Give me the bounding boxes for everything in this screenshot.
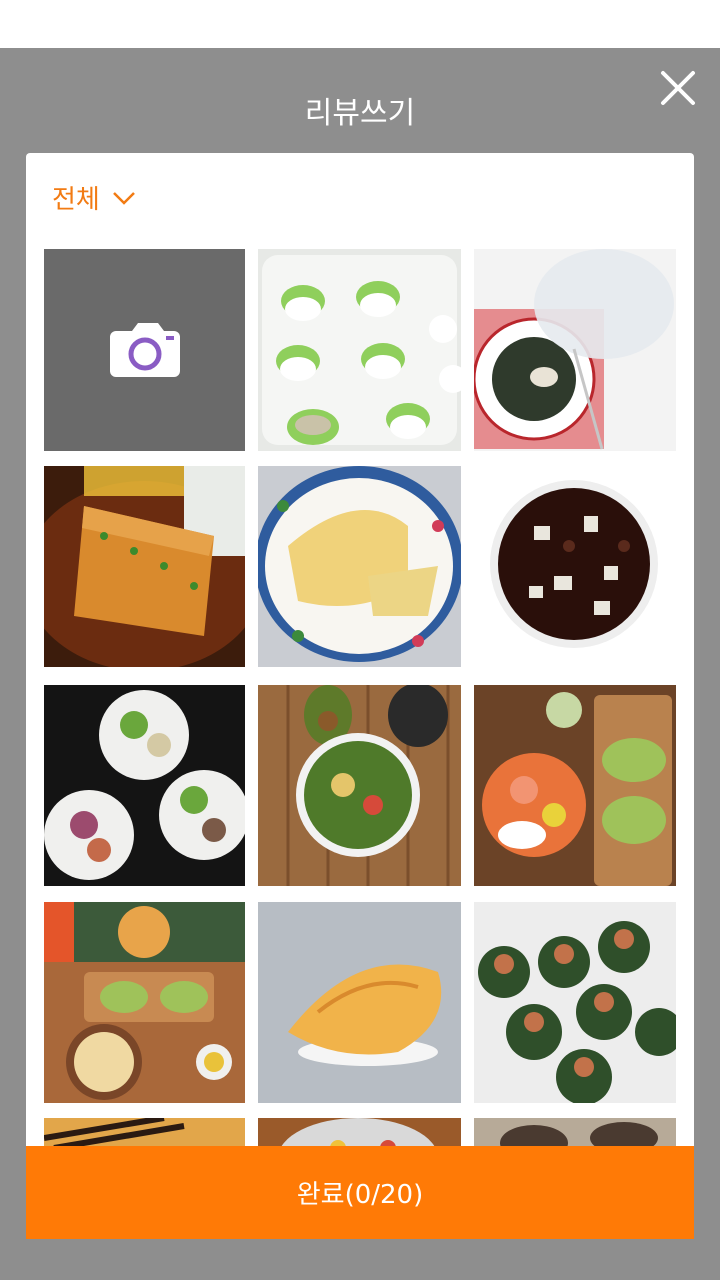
close-button[interactable] xyxy=(656,66,700,110)
done-button-label: 완료(0/20) xyxy=(296,1180,424,1210)
photo-jajang-bowl[interactable] xyxy=(474,466,676,667)
photo-avocado-salad[interactable] xyxy=(258,685,461,886)
photo-salmon-toast-board[interactable] xyxy=(474,685,676,886)
camera-icon xyxy=(109,323,180,377)
photo-dumplings[interactable] xyxy=(258,249,461,451)
photo-cake-plate[interactable] xyxy=(258,466,461,667)
photo-grid xyxy=(44,249,676,1146)
status-bar xyxy=(0,0,720,48)
album-filter-dropdown[interactable]: 전체 xyxy=(52,179,136,216)
album-filter-label: 전체 xyxy=(52,185,100,215)
camera-button[interactable] xyxy=(44,249,245,451)
photo-leaf-wraps[interactable] xyxy=(474,902,676,1103)
photo-picker-panel: 전체 xyxy=(26,153,694,1239)
photo-soup-bowl[interactable] xyxy=(258,1118,461,1146)
photo-salad-bowl-cover[interactable] xyxy=(474,249,676,451)
photo-pastry[interactable] xyxy=(258,902,461,1103)
close-icon xyxy=(661,71,695,105)
photo-noodles-chopsticks[interactable] xyxy=(44,1118,245,1146)
photo-brunch-table[interactable] xyxy=(44,902,245,1103)
page-title: 리뷰쓰기 xyxy=(304,96,416,131)
photo-katsu-curry[interactable] xyxy=(44,466,245,667)
chevron-down-icon xyxy=(112,191,135,205)
photo-tea-set[interactable] xyxy=(474,1118,676,1146)
photo-salad-bowls-black[interactable] xyxy=(44,685,245,886)
done-button[interactable]: 완료(0/20) xyxy=(26,1146,694,1239)
